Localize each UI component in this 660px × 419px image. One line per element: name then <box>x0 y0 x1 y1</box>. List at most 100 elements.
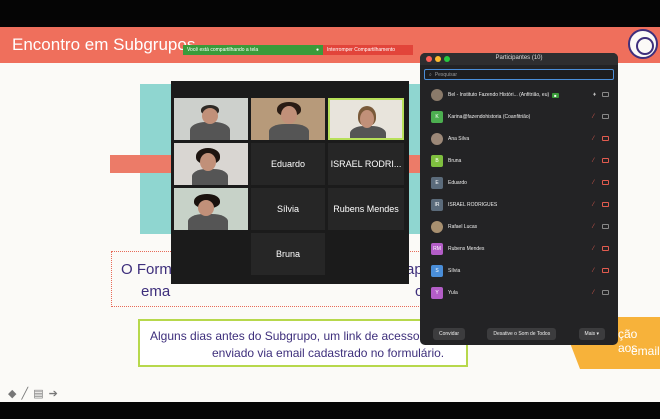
participant-video <box>330 100 402 138</box>
person-shape <box>269 124 309 140</box>
more-button[interactable]: Mais ▾ <box>578 328 605 340</box>
person-head <box>360 110 374 128</box>
name-tile[interactable]: Rubens Mendes <box>328 188 404 230</box>
participant-row[interactable]: S Sílvia ⁄ <box>420 260 618 282</box>
participant-name: Rafael Lucas <box>448 224 478 230</box>
tile-participant-name: Rubens Mendes <box>333 204 399 214</box>
name-tile[interactable]: Bruna <box>251 233 325 275</box>
avatar: E <box>431 177 443 189</box>
tile-participant-name: ISRAEL RODRI... <box>330 159 402 169</box>
mic-icon[interactable]: ♦ <box>593 92 598 98</box>
person-head <box>198 200 214 216</box>
person-head <box>202 108 218 124</box>
participant-row[interactable]: Ana Silva ⁄ <box>420 128 618 150</box>
share-status: Você está compartilhando a tela ● <box>183 45 323 55</box>
avatar <box>431 89 443 101</box>
participant-row[interactable]: E Eduardo ⁄ <box>420 172 618 194</box>
mic-muted-icon[interactable]: ⁄ <box>593 268 598 274</box>
avatar: S <box>431 265 443 277</box>
camera-off-icon[interactable] <box>602 246 609 251</box>
participant-search-input[interactable]: ⌕ Pesquisar <box>424 69 614 80</box>
participants-title: Participantes (10) <box>495 55 543 61</box>
participant-status-icons: ⁄ <box>593 246 609 252</box>
camera-off-icon[interactable] <box>602 180 609 185</box>
share-status-icon: ● <box>315 47 319 53</box>
mic-muted-icon[interactable]: ⁄ <box>593 180 598 186</box>
form-text-line2: ema <box>141 283 171 300</box>
institute-logo-icon <box>628 29 658 59</box>
participant-video <box>174 143 248 185</box>
slide-nav-controls[interactable]: ◆ ╱ ▤ ➔ <box>8 387 59 400</box>
camera-icon[interactable] <box>602 92 609 97</box>
participant-status-icons: ⁄ <box>593 290 609 296</box>
tile-participant-name: Bruna <box>275 249 301 259</box>
access-link-text-line2: enviado via email cadastrado no formulár… <box>212 346 445 360</box>
search-icon: ⌕ <box>429 71 432 78</box>
mic-muted-icon[interactable]: ⁄ <box>593 290 598 296</box>
host-badge-icon: ■ <box>552 92 559 98</box>
video-tile[interactable] <box>328 98 404 140</box>
participant-video <box>174 98 248 140</box>
panel-footer: Convidar Desative o Som de Todos Mais ▾ <box>420 323 618 345</box>
participant-name: Rubens Mendes <box>448 246 485 252</box>
participant-list: Bel - Instituto Fazendo Históri... (Anfi… <box>420 84 618 304</box>
participant-row[interactable]: Bel - Instituto Fazendo Históri... (Anfi… <box>420 84 618 106</box>
name-tile[interactable]: ISRAEL RODRI... <box>328 143 404 185</box>
camera-off-icon[interactable] <box>602 202 609 207</box>
video-tile[interactable] <box>174 143 248 185</box>
participant-name: ISRAEL RODRIGUES <box>448 202 498 208</box>
mic-muted-icon[interactable]: ⁄ <box>593 202 598 208</box>
participant-name: Ana Silva <box>448 136 470 142</box>
participant-name: Karina@fazendohistoria (Coanfitrião) <box>448 114 531 120</box>
participant-row[interactable]: K Karina@fazendohistoria (Coanfitrião) ⁄ <box>420 106 618 128</box>
form-text-line1: O Form <box>121 261 172 278</box>
slide-title: Encontro em Subgrupos <box>12 35 196 54</box>
participant-name: Sílvia <box>448 268 461 274</box>
video-tile[interactable] <box>174 188 248 230</box>
participant-row[interactable]: Rafael Lucas ⁄ <box>420 216 618 238</box>
camera-icon[interactable] <box>602 224 609 229</box>
participant-row[interactable]: B Bruna ⁄ <box>420 150 618 172</box>
mic-muted-icon[interactable]: ⁄ <box>593 114 598 120</box>
share-status-label: Você está compartilhando a tela <box>187 47 259 53</box>
avatar: IR <box>431 199 443 211</box>
camera-off-icon[interactable] <box>602 158 609 163</box>
participant-status-icons: ⁄ <box>593 114 609 120</box>
person-shape <box>350 126 386 138</box>
camera-off-icon[interactable] <box>602 136 609 141</box>
access-link-text-line1: Alguns dias antes do Subgrupo, um link d… <box>150 329 420 343</box>
callout-text-line2: emails! <box>631 344 660 358</box>
avatar <box>431 221 443 233</box>
participant-name: Eduardo <box>448 180 467 186</box>
participant-name: Yula <box>448 290 458 296</box>
participant-row[interactable]: IR ISRAEL RODRIGUES ⁄ <box>420 194 618 216</box>
participant-row[interactable]: RM Rubens Mendes ⁄ <box>420 238 618 260</box>
participant-status-icons: ♦ <box>593 92 609 98</box>
participant-status-icons: ⁄ <box>593 158 609 164</box>
participants-panel: Participantes (10) ⌕ Pesquisar Bel - Ins… <box>420 53 618 345</box>
stop-share-button[interactable]: Interromper Compartilhamento <box>323 45 413 55</box>
mic-muted-icon[interactable]: ⁄ <box>593 224 598 230</box>
avatar: K <box>431 111 443 123</box>
name-tile[interactable]: Eduardo <box>251 143 325 185</box>
camera-icon[interactable] <box>602 114 609 119</box>
video-tile[interactable] <box>251 98 325 140</box>
participant-video <box>174 188 248 230</box>
tile-participant-name: Sílvia <box>276 204 299 214</box>
mic-muted-icon[interactable]: ⁄ <box>593 158 598 164</box>
tile-participant-name: Eduardo <box>270 159 306 169</box>
camera-off-icon[interactable] <box>602 268 609 273</box>
invite-button[interactable]: Convidar <box>433 328 466 340</box>
avatar: RM <box>431 243 443 255</box>
participant-status-icons: ⁄ <box>593 136 609 142</box>
mic-muted-icon[interactable]: ⁄ <box>593 136 598 142</box>
mute-all-button[interactable]: Desative o Som de Todos <box>487 328 557 340</box>
participant-row[interactable]: Y Yula ⁄ <box>420 282 618 304</box>
video-gallery: Eduardo ISRAEL RODRI... Sílvia Rubens Mende… <box>171 81 409 284</box>
name-tile[interactable]: Sílvia <box>251 188 325 230</box>
mic-muted-icon[interactable]: ⁄ <box>593 246 598 252</box>
avatar: Y <box>431 287 443 299</box>
top-letterbox <box>0 0 660 27</box>
video-tile[interactable] <box>174 98 248 140</box>
camera-icon[interactable] <box>602 290 609 295</box>
